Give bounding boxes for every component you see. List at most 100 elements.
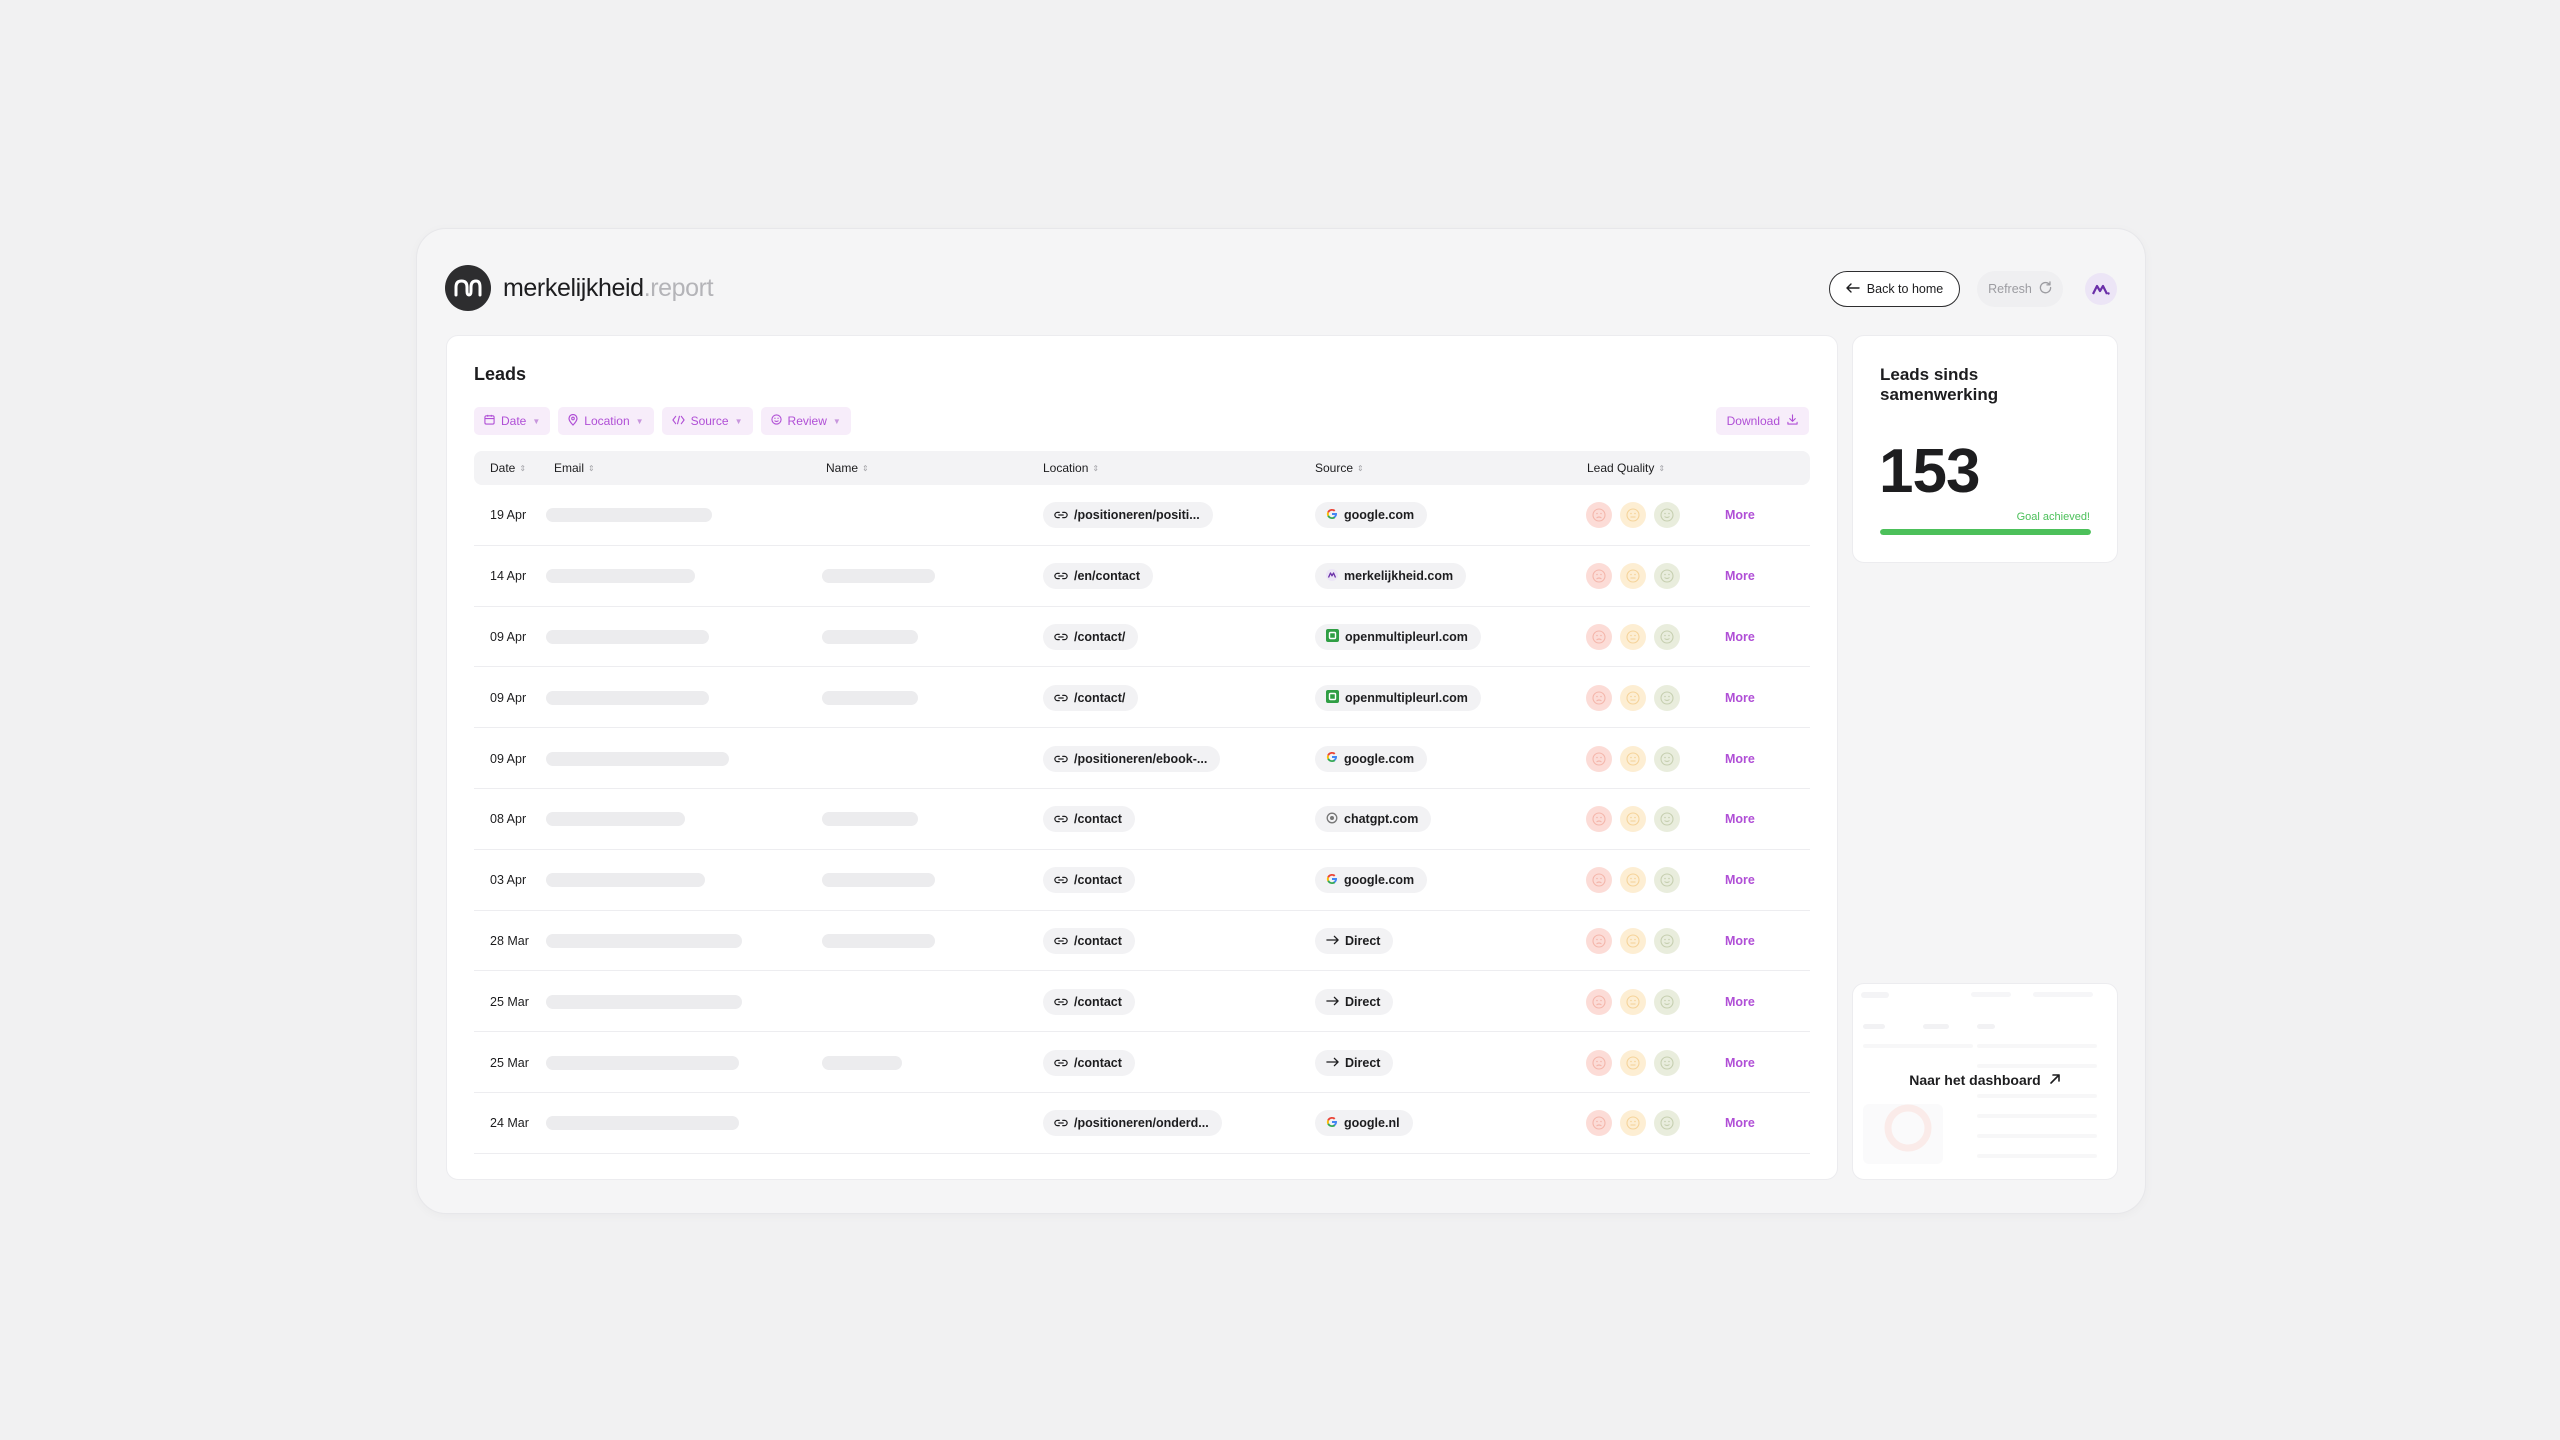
table-row[interactable]: 24 Mar/positioneren/onderd... google.nl Mo…	[474, 1093, 1810, 1154]
filter-date[interactable]: Date ▼	[474, 407, 551, 435]
filter-source[interactable]: Source ▼	[661, 407, 753, 435]
rating-neutral-icon[interactable]	[1620, 988, 1646, 1015]
more-link[interactable]: More	[1725, 1116, 1755, 1130]
rating-sad-icon[interactable]	[1586, 927, 1612, 954]
table-row[interactable]: 09 Apr/positioneren/ebook-... google.com M…	[474, 728, 1810, 789]
rating-sad-icon[interactable]	[1586, 745, 1612, 772]
lead-date: 09 Apr	[490, 629, 527, 644]
source-pill[interactable]: google.com	[1315, 745, 1428, 772]
rating-happy-icon[interactable]	[1654, 684, 1680, 711]
rating-neutral-icon[interactable]	[1620, 867, 1646, 894]
source-pill[interactable]: openmultipleurl.com	[1315, 623, 1481, 650]
more-link[interactable]: More	[1725, 995, 1755, 1009]
more-link[interactable]: More	[1725, 934, 1755, 948]
table-row[interactable]: 09 Apr/contact/openmultipleurl.com More	[474, 667, 1810, 729]
rating-happy-icon[interactable]	[1654, 867, 1680, 894]
column-header-source[interactable]: Source ⇕	[1315, 451, 1364, 485]
rating-sad-icon[interactable]	[1586, 1110, 1612, 1137]
column-header-location[interactable]: Location ⇕	[1043, 451, 1099, 485]
source-pill[interactable]: chatgpt.com	[1315, 806, 1432, 833]
download-button[interactable]: Download	[1715, 407, 1809, 435]
rating-sad-icon[interactable]	[1586, 806, 1612, 833]
rating-happy-icon[interactable]	[1654, 623, 1680, 650]
rating-neutral-icon[interactable]	[1620, 927, 1646, 954]
rating-happy-icon[interactable]	[1654, 1049, 1680, 1076]
rating-happy-icon[interactable]	[1654, 745, 1680, 772]
filter-location[interactable]: Location ▼	[558, 407, 654, 435]
rating-happy-icon[interactable]	[1654, 1110, 1680, 1137]
table-row[interactable]: 03 Apr/contact google.com More	[474, 850, 1810, 911]
source-pill[interactable]: merkelijkheid.com	[1315, 563, 1467, 590]
location-pill[interactable]: /contact	[1043, 988, 1135, 1015]
rating-neutral-icon[interactable]	[1620, 563, 1646, 590]
table-row[interactable]: 25 Mar/contact Direct More	[474, 971, 1810, 1033]
rating-sad-icon[interactable]	[1586, 623, 1612, 650]
rating-neutral-icon[interactable]	[1620, 806, 1646, 833]
back-to-home-button[interactable]: Back to home	[1829, 271, 1960, 307]
rating-sad-icon[interactable]	[1586, 867, 1612, 894]
location-pill[interactable]: /contact	[1043, 806, 1135, 833]
user-avatar[interactable]	[2085, 273, 2117, 305]
location-pill[interactable]: /contact/	[1043, 623, 1139, 650]
location-pill[interactable]: /en/contact	[1043, 563, 1153, 590]
rating-happy-icon[interactable]	[1654, 806, 1680, 833]
location-pill[interactable]: /positioneren/onderd...	[1043, 1110, 1222, 1137]
filter-review[interactable]: Review ▼	[760, 407, 851, 435]
rating-happy-icon[interactable]	[1654, 563, 1680, 590]
rating-sad-icon[interactable]	[1586, 502, 1612, 529]
green-source-icon	[1326, 689, 1339, 706]
email-placeholder	[546, 994, 742, 1009]
brand-logo[interactable]: merkelijkheid.report	[445, 265, 714, 311]
more-link[interactable]: More	[1725, 812, 1755, 826]
rating-neutral-icon[interactable]	[1620, 1049, 1646, 1076]
rating-neutral-icon[interactable]	[1620, 1110, 1646, 1137]
table-row[interactable]: 08 Apr/contact chatgpt.com More	[474, 789, 1810, 850]
rating-sad-icon[interactable]	[1586, 563, 1612, 590]
table-row[interactable]: 14 Apr/en/contact merkelijkheid.com More	[474, 546, 1810, 607]
column-header-email[interactable]: Email ⇕	[554, 451, 595, 485]
column-header-lead-quality[interactable]: Lead Quality ⇕	[1587, 451, 1665, 485]
table-row[interactable]: 09 Apr/contact/openmultipleurl.com More	[474, 607, 1810, 668]
dashboard-link-card[interactable]: Naar het dashboard	[1852, 983, 2118, 1180]
dashboard-link[interactable]: Naar het dashboard	[1853, 1072, 2117, 1088]
lead-quality-cell	[1586, 607, 1680, 668]
more-link[interactable]: More	[1725, 873, 1755, 887]
rating-happy-icon[interactable]	[1654, 927, 1680, 954]
table-row[interactable]: 19 Apr/positioneren/positi... google.com M…	[474, 485, 1810, 546]
location-pill[interactable]: /positioneren/ebook-...	[1043, 745, 1221, 772]
more-link[interactable]: More	[1725, 508, 1755, 522]
table-row[interactable]: 28 Mar/contact Direct More	[474, 911, 1810, 972]
more-link[interactable]: More	[1725, 691, 1755, 705]
table-row[interactable]: 25 Mar/contact Direct More	[474, 1032, 1810, 1093]
column-header-name[interactable]: Name ⇕	[826, 451, 869, 485]
source-pill[interactable]: Direct	[1315, 1049, 1394, 1076]
location-pill[interactable]: /contact	[1043, 1049, 1135, 1076]
more-link[interactable]: More	[1725, 569, 1755, 583]
rating-sad-icon[interactable]	[1586, 1049, 1612, 1076]
source-pill[interactable]: Direct	[1315, 988, 1394, 1015]
rating-sad-icon[interactable]	[1586, 988, 1612, 1015]
lead-source-cell: google.com	[1315, 728, 1428, 789]
rating-neutral-icon[interactable]	[1620, 745, 1646, 772]
rating-happy-icon[interactable]	[1654, 502, 1680, 529]
column-header-date[interactable]: Date ⇕	[490, 451, 526, 485]
location-pill[interactable]: /contact/	[1043, 684, 1139, 711]
location-pill[interactable]: /contact	[1043, 867, 1135, 894]
location-pill[interactable]: /contact	[1043, 927, 1135, 954]
source-pill[interactable]: google.nl	[1315, 1110, 1413, 1137]
more-link[interactable]: More	[1725, 752, 1755, 766]
rating-neutral-icon[interactable]	[1620, 502, 1646, 529]
rating-sad-icon[interactable]	[1586, 684, 1612, 711]
location-pill[interactable]: /positioneren/positi...	[1043, 502, 1213, 529]
more-link[interactable]: More	[1725, 630, 1755, 644]
source-pill[interactable]: google.com	[1315, 867, 1428, 894]
column-header-label: Name	[826, 461, 859, 475]
refresh-button[interactable]: Refresh	[1977, 271, 2063, 307]
rating-neutral-icon[interactable]	[1620, 684, 1646, 711]
source-pill[interactable]: google.com	[1315, 502, 1428, 529]
rating-happy-icon[interactable]	[1654, 988, 1680, 1015]
rating-neutral-icon[interactable]	[1620, 623, 1646, 650]
source-pill[interactable]: Direct	[1315, 927, 1394, 954]
source-pill[interactable]: openmultipleurl.com	[1315, 684, 1481, 711]
more-link[interactable]: More	[1725, 1056, 1755, 1070]
